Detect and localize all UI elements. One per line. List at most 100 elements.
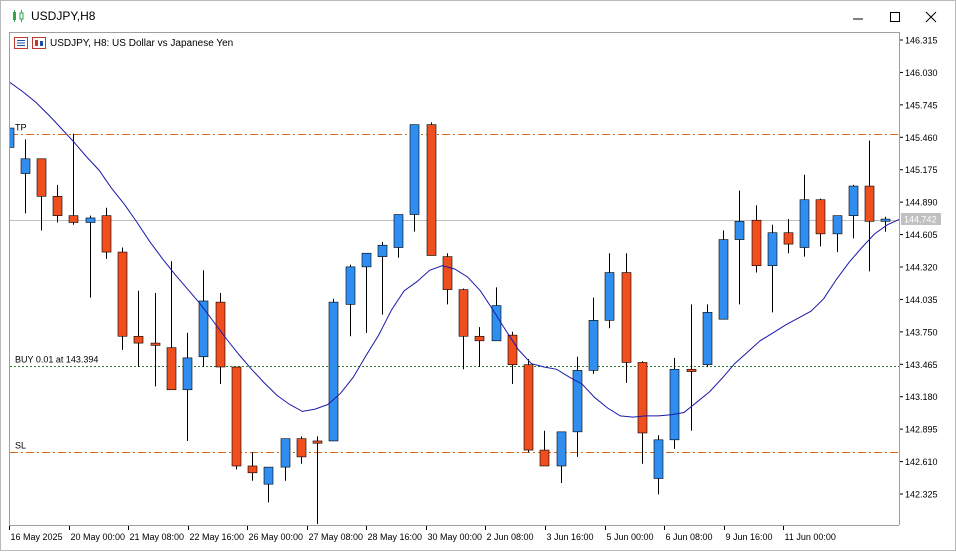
price-tick-label: 143.750	[905, 327, 938, 337]
time-tick-label: 21 May 08:00	[130, 532, 185, 542]
bull-candle	[182, 357, 193, 391]
bear-candle	[815, 199, 826, 235]
close-button[interactable]	[914, 1, 948, 32]
bull-candle	[604, 272, 615, 321]
time-axis[interactable]: 16 May 2025 20 May 00:00 21 May 08:00 22 Ma…	[9, 525, 899, 551]
bear-candle	[442, 256, 453, 290]
price-tick-label: 142.610	[905, 457, 938, 467]
time-tick-label: 27 May 08:00	[309, 532, 364, 542]
chart-symbol-description: USDJPY, H8: US Dollar vs Japanese Yen	[50, 37, 234, 49]
price-tick-label: 144.035	[905, 295, 938, 305]
bear-candle	[150, 342, 161, 346]
bear-candle	[296, 438, 307, 458]
bear-candle	[458, 289, 469, 337]
time-tick-label: 30 May 00:00	[428, 532, 483, 542]
candlestick-app-icon	[13, 10, 24, 22]
time-tick-label: 9 Jun 16:00	[726, 532, 773, 542]
bear-candle	[686, 368, 697, 372]
title-bar[interactable]: USDJPY,H8	[1, 1, 955, 32]
bull-candle	[848, 185, 859, 216]
bear-candle	[247, 465, 258, 474]
bull-candle	[393, 214, 404, 248]
price-tick-label: 143.180	[905, 392, 938, 402]
bull-candle	[653, 439, 664, 479]
bear-candle	[751, 219, 762, 267]
bear-candle	[507, 334, 518, 366]
price-tick-label: 145.460	[905, 133, 938, 143]
chart-window: USDJPY,H8 TP BUY 0.01 at 143.394 SL USDJPY…	[0, 0, 956, 551]
bull-candle	[832, 215, 843, 235]
bull-candle	[198, 300, 209, 358]
time-tick-label: 20 May 00:00	[71, 532, 126, 542]
time-scale: 16 May 2025 20 May 00:00 21 May 08:00 22 Ma…	[9, 526, 836, 542]
time-tick-label: 16 May 2025	[11, 532, 63, 542]
bull-candle	[718, 239, 729, 320]
time-tick-label: 2 Jun 08:00	[487, 532, 534, 542]
bull-candle	[280, 438, 291, 468]
price-scale: 146.315 146.030 145.745 145.460 145.175 144.8…	[900, 36, 941, 500]
price-axis[interactable]: 146.315 146.030 145.745 145.460 145.175 144.8…	[899, 32, 956, 525]
bear-candle	[312, 440, 323, 444]
price-tick-label: 142.895	[905, 425, 938, 435]
price-tick-label: 142.325	[905, 490, 938, 500]
bear-candle	[52, 196, 63, 216]
current-price-marker-label: 144.742	[904, 214, 937, 224]
bear-candle	[637, 362, 648, 434]
time-tick-label: 28 May 16:00	[368, 532, 423, 542]
bear-candle	[133, 335, 144, 344]
price-tick-label: 145.175	[905, 165, 938, 175]
bear-candle	[166, 347, 177, 391]
bull-candle	[263, 466, 274, 485]
bull-candle	[85, 217, 96, 223]
bear-candle	[783, 232, 794, 245]
time-tick-label: 6 Jun 08:00	[666, 532, 713, 542]
bull-candle	[702, 312, 713, 366]
chart-header: USDJPY, H8: US Dollar vs Japanese Yen	[14, 37, 233, 49]
bear-candle	[426, 124, 437, 256]
price-tick-label: 144.320	[905, 263, 938, 273]
list-icon	[14, 37, 28, 49]
bull-candle	[734, 221, 745, 240]
maximize-button[interactable]	[878, 1, 912, 32]
bull-candle	[409, 124, 420, 215]
price-tick-label: 146.030	[905, 68, 938, 78]
bull-candle	[880, 218, 891, 222]
bull-candle	[767, 232, 778, 267]
close-icon	[925, 11, 937, 22]
chart-type-icon	[32, 37, 46, 49]
candlestick-chart[interactable]: TP BUY 0.01 at 143.394 SL	[10, 33, 900, 526]
window-title: USDJPY,H8	[31, 9, 96, 23]
price-tick-label: 146.315	[905, 36, 938, 46]
maximize-icon	[890, 11, 900, 22]
time-tick-label: 3 Jun 16:00	[547, 532, 594, 542]
minimize-icon	[853, 18, 863, 19]
time-tick-label: 22 May 16:00	[190, 532, 245, 542]
bear-candle	[231, 366, 242, 467]
price-tick-label: 145.745	[905, 100, 938, 110]
bear-candle	[474, 335, 485, 342]
time-tick-label: 11 Jun 00:00	[785, 532, 836, 542]
buy-position-label: BUY 0.01 at 143.394	[15, 355, 98, 365]
bear-candle	[68, 215, 79, 223]
bear-candle	[539, 449, 550, 467]
bull-candle	[345, 266, 356, 305]
bear-candle	[117, 251, 128, 337]
price-tick-label: 144.890	[905, 198, 938, 208]
time-tick-label: 26 May 00:00	[249, 532, 304, 542]
bull-candle	[10, 127, 15, 148]
time-tick-label: 5 Jun 00:00	[607, 532, 654, 542]
bull-candle	[361, 252, 372, 268]
stop-loss-label: SL	[15, 441, 26, 451]
minimize-button[interactable]	[841, 1, 875, 32]
bear-candle	[621, 272, 632, 363]
price-tick-label: 143.465	[905, 360, 938, 370]
price-tick-label: 144.605	[905, 230, 938, 240]
chart-plot-area[interactable]: TP BUY 0.01 at 143.394 SL USDJPY, H8: US D…	[9, 32, 900, 526]
bull-candle	[377, 244, 388, 257]
bear-candle	[101, 215, 112, 253]
take-profit-label: TP	[15, 123, 27, 133]
bull-candle	[799, 199, 810, 248]
bear-candle	[36, 158, 47, 197]
bull-candle	[556, 431, 567, 467]
bull-candle	[20, 158, 31, 174]
